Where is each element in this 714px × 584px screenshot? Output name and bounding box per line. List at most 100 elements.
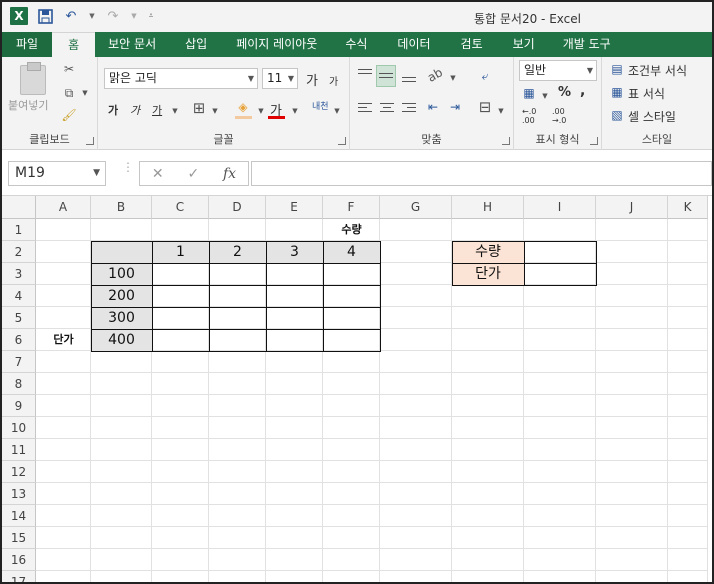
cell-b12[interactable] — [91, 461, 152, 483]
cell-a9[interactable] — [36, 395, 91, 417]
cell-f8[interactable] — [323, 373, 380, 395]
format-as-table-button[interactable]: 표 서식 — [628, 85, 665, 102]
row-header-5[interactable]: 5 — [2, 307, 36, 329]
orientation-dropdown-icon[interactable]: ▼ — [444, 70, 462, 86]
cell-b9[interactable] — [91, 395, 152, 417]
cell-h9[interactable] — [452, 395, 524, 417]
cell-h5[interactable] — [452, 307, 524, 329]
tab-page-layout[interactable]: 페이지 레이아웃 — [223, 32, 330, 57]
font-size-combo[interactable]: 11 ▼ — [262, 68, 298, 89]
row-header-4[interactable]: 4 — [2, 285, 36, 307]
formula-input[interactable] — [251, 161, 712, 186]
cell-c8[interactable] — [152, 373, 209, 395]
increase-font-button[interactable]: 가 — [306, 70, 318, 89]
cell-i16[interactable] — [524, 549, 596, 571]
cell-f16[interactable] — [323, 549, 380, 571]
name-box[interactable]: M19 ▼ — [8, 161, 106, 186]
cell-j9[interactable] — [596, 395, 668, 417]
cell-b8[interactable] — [91, 373, 152, 395]
cell-h16[interactable] — [452, 549, 524, 571]
table-cell-c4[interactable] — [152, 285, 210, 308]
cell-f9[interactable] — [323, 395, 380, 417]
row-header-8[interactable]: 8 — [2, 373, 36, 395]
cell-i17[interactable] — [524, 571, 596, 582]
cell-c14[interactable] — [152, 505, 209, 527]
table-cell-f4[interactable] — [323, 285, 381, 308]
cell-c9[interactable] — [152, 395, 209, 417]
cell-a3[interactable] — [36, 263, 91, 285]
font-name-combo[interactable]: 맑은 고딕 ▼ — [104, 68, 258, 89]
fill-color-icon[interactable]: ◈ — [234, 99, 252, 115]
cell-b10[interactable] — [91, 417, 152, 439]
column-header-g[interactable]: G — [380, 196, 452, 219]
cell-i11[interactable] — [524, 439, 596, 461]
cell-h17[interactable] — [452, 571, 524, 582]
percent-button[interactable]: % — [558, 85, 571, 100]
table-cell-f6[interactable] — [323, 329, 381, 352]
cell-h7[interactable] — [452, 351, 524, 373]
increase-indent-icon[interactable]: ⇥ — [446, 99, 464, 115]
cell-i4[interactable] — [524, 285, 596, 307]
cell-f14[interactable] — [323, 505, 380, 527]
cell-j12[interactable] — [596, 461, 668, 483]
cell-b17[interactable] — [91, 571, 152, 582]
customize-qat-icon[interactable]: ⩡ — [146, 7, 156, 25]
cell-h14[interactable] — [452, 505, 524, 527]
cell-g17[interactable] — [380, 571, 452, 582]
cell-k4[interactable] — [668, 285, 708, 307]
table-cell-f3[interactable] — [323, 263, 381, 286]
cell-k7[interactable] — [668, 351, 708, 373]
cell-h10[interactable] — [452, 417, 524, 439]
cell-d13[interactable] — [209, 483, 266, 505]
cell-i7[interactable] — [524, 351, 596, 373]
cell-a10[interactable] — [36, 417, 91, 439]
format-painter-icon[interactable]: 🖌 — [60, 107, 78, 123]
cell-k16[interactable] — [668, 549, 708, 571]
cell-j13[interactable] — [596, 483, 668, 505]
cell-c1[interactable] — [152, 219, 209, 241]
tab-review[interactable]: 검토 — [446, 32, 498, 57]
table-cell-d6[interactable] — [209, 329, 267, 352]
tab-home[interactable]: 홈 — [52, 32, 96, 57]
cell-j14[interactable] — [596, 505, 668, 527]
cancel-icon[interactable]: ✕ — [152, 166, 164, 182]
cell-k13[interactable] — [668, 483, 708, 505]
redo-icon[interactable]: ↷ — [104, 7, 122, 25]
cell-g9[interactable] — [380, 395, 452, 417]
row-header-3[interactable]: 3 — [2, 263, 36, 285]
table-cell-d3[interactable] — [209, 263, 267, 286]
cell-f15[interactable] — [323, 527, 380, 549]
cell-e9[interactable] — [266, 395, 323, 417]
cell-h8[interactable] — [452, 373, 524, 395]
cell-k15[interactable] — [668, 527, 708, 549]
cell-i8[interactable] — [524, 373, 596, 395]
cell-j16[interactable] — [596, 549, 668, 571]
cell-e1[interactable] — [266, 219, 323, 241]
cell-g14[interactable] — [380, 505, 452, 527]
wrap-text-icon[interactable]: ⤶ — [476, 68, 494, 84]
cell-g11[interactable] — [380, 439, 452, 461]
row-header-9[interactable]: 9 — [2, 395, 36, 417]
cut-icon[interactable]: ✂ — [60, 61, 78, 77]
cell-styles-button[interactable]: 셀 스타일 — [628, 108, 676, 125]
phonetic-dropdown-icon[interactable]: ▼ — [328, 103, 346, 119]
cell-e7[interactable] — [266, 351, 323, 373]
undo-icon[interactable]: ↶ — [62, 7, 80, 25]
lookup-price-input-cell[interactable] — [524, 263, 597, 286]
align-middle-icon[interactable] — [376, 65, 396, 87]
cell-j2[interactable] — [596, 241, 668, 263]
row-header-12[interactable]: 12 — [2, 461, 36, 483]
number-format-combo[interactable]: 일반 ▼ — [519, 60, 597, 81]
cell-h15[interactable] — [452, 527, 524, 549]
cell-k9[interactable] — [668, 395, 708, 417]
cell-h11[interactable] — [452, 439, 524, 461]
cell-h6[interactable] — [452, 329, 524, 351]
cell-b7[interactable] — [91, 351, 152, 373]
cell-f7[interactable] — [323, 351, 380, 373]
cell-c17[interactable] — [152, 571, 209, 582]
phonetic-button[interactable]: 내천 — [312, 99, 329, 112]
cell-k12[interactable] — [668, 461, 708, 483]
column-header-a[interactable]: A — [36, 196, 91, 219]
cell-d12[interactable] — [209, 461, 266, 483]
cell-g13[interactable] — [380, 483, 452, 505]
